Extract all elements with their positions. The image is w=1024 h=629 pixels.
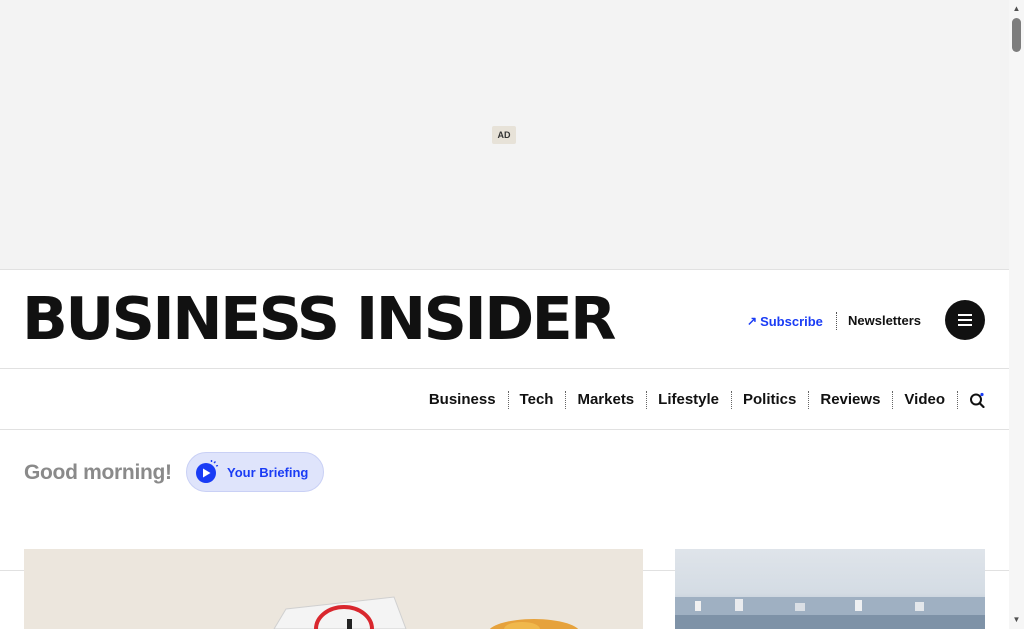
search-button[interactable] <box>957 390 985 410</box>
arrow-up-right-icon: ↗ <box>747 314 758 328</box>
scroll-down-arrow-icon[interactable]: ▼ <box>1009 613 1024 627</box>
page: AD BUSINESS INSIDER ↗ Subscribe Newslett… <box>0 0 1024 629</box>
hero-story-image[interactable] <box>24 549 643 629</box>
business-insider-logo[interactable]: BUSINESS INSIDER <box>22 286 617 352</box>
header-divider <box>836 312 837 330</box>
vertical-scrollbar[interactable]: ▲ ▼ <box>1009 0 1024 629</box>
hero-image-art <box>273 596 579 629</box>
nav-item-tech[interactable]: Tech <box>507 390 566 410</box>
greeting-text: Good morning! <box>24 461 172 484</box>
nav-item-video[interactable]: Video <box>892 390 957 410</box>
play-icon <box>196 460 219 483</box>
your-briefing-button[interactable]: Your Briefing <box>186 452 324 492</box>
ad-slot[interactable]: AD <box>0 0 1009 270</box>
nav-item-business[interactable]: Business <box>417 390 508 410</box>
nav-item-markets[interactable]: Markets <box>565 390 646 410</box>
subscribe-link[interactable]: ↗ Subscribe <box>747 311 823 331</box>
main-nav: Business Tech Markets Lifestyle Politics… <box>0 370 1009 430</box>
nav-item-politics[interactable]: Politics <box>731 390 808 410</box>
your-briefing-label: Your Briefing <box>227 464 309 480</box>
subscribe-label: Subscribe <box>760 313 823 329</box>
nav-items: Business Tech Markets Lifestyle Politics… <box>417 370 985 430</box>
scroll-up-arrow-icon[interactable]: ▲ <box>1009 2 1024 16</box>
nav-item-reviews[interactable]: Reviews <box>808 390 892 410</box>
newsletters-link[interactable]: Newsletters <box>848 311 921 331</box>
nav-item-lifestyle[interactable]: Lifestyle <box>646 390 731 410</box>
search-icon <box>970 392 985 408</box>
side-image-art <box>675 597 985 629</box>
menu-button[interactable] <box>945 300 985 340</box>
ad-label: AD <box>492 126 516 144</box>
side-story-image[interactable] <box>675 549 985 629</box>
scrollbar-thumb[interactable] <box>1012 18 1021 52</box>
